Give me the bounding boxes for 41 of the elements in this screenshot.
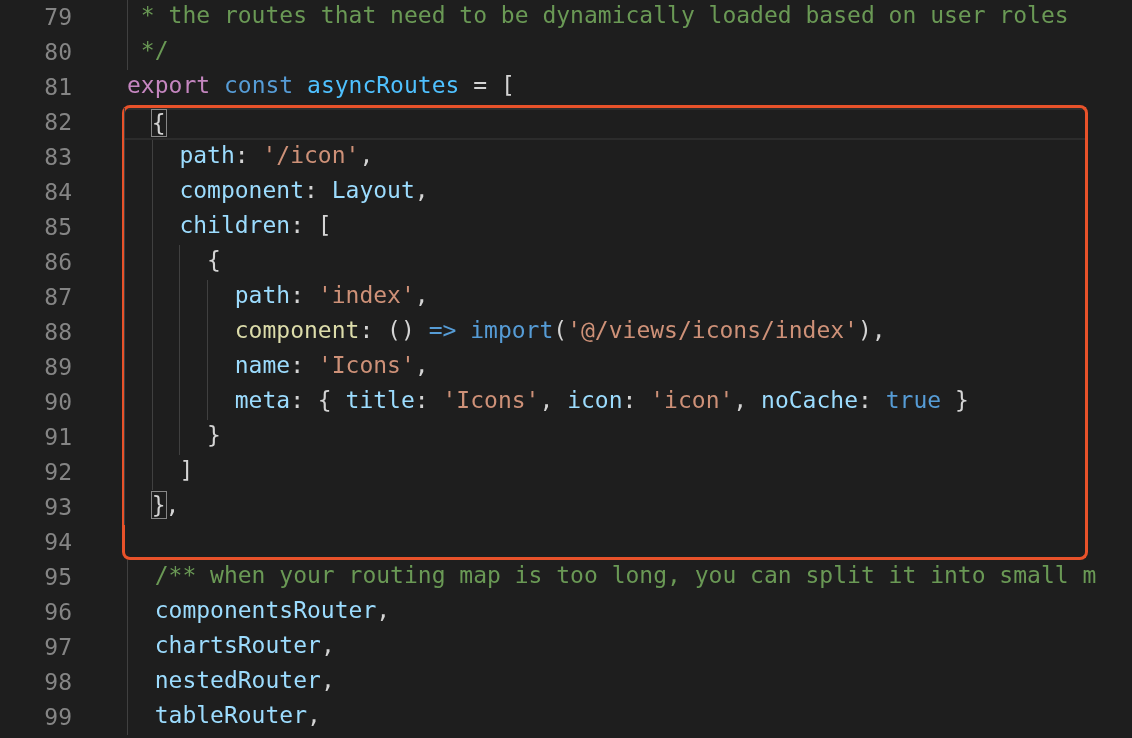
line-number: 88 (43, 318, 72, 347)
line-number: 86 (43, 248, 72, 277)
code-line: }, (150, 491, 180, 520)
code-line: } (206, 421, 221, 450)
line-number: 84 (43, 178, 72, 207)
code-line: component: () => import('@/views/icons/index'), (233, 316, 886, 345)
line-number: 96 (43, 598, 72, 627)
line-number: 79 (43, 3, 72, 32)
line-number: 95 (43, 563, 72, 592)
code-line: { (206, 246, 221, 275)
line-number: 93 (43, 493, 72, 522)
line-number: 80 (43, 38, 72, 67)
code-line: * the routes that need to be dynamically loaded based on user roles (139, 1, 1069, 30)
line-number: 99 (43, 703, 72, 732)
code-line: ] (178, 456, 194, 485)
code-line: */ (139, 36, 169, 65)
code-line: path: '/icon', (178, 141, 374, 170)
line-number: 85 (43, 213, 72, 242)
code-line: nestedRouter, (153, 666, 335, 695)
code-line: componentsRouter, (153, 596, 391, 625)
line-number: 87 (43, 283, 72, 312)
code-line: component: Layout, (178, 176, 429, 205)
code-line: meta: { title: 'Icons', icon: 'icon', noCache: true } (233, 386, 969, 415)
line-number: 82 (43, 108, 72, 137)
code-line: path: 'index', (233, 281, 429, 310)
code-line: /** when your routing map is too long, you can split it into small m (153, 561, 1097, 590)
code-line: tableRouter, (153, 701, 321, 730)
line-number: 89 (43, 353, 72, 382)
code-line: { (150, 109, 166, 138)
code-line: export const asyncRoutes = [ (127, 71, 515, 100)
line-number: 97 (43, 633, 72, 662)
code-line: children: [ (178, 211, 332, 240)
code-line: chartsRouter, (153, 631, 335, 660)
line-number: 98 (43, 668, 72, 697)
code-line: name: 'Icons', (233, 351, 429, 380)
line-number: 81 (43, 73, 72, 102)
line-number: 91 (43, 423, 72, 452)
line-number: 90 (43, 388, 72, 417)
line-number: 83 (43, 143, 72, 172)
line-number: 94 (43, 528, 72, 557)
line-number: 92 (43, 458, 72, 487)
